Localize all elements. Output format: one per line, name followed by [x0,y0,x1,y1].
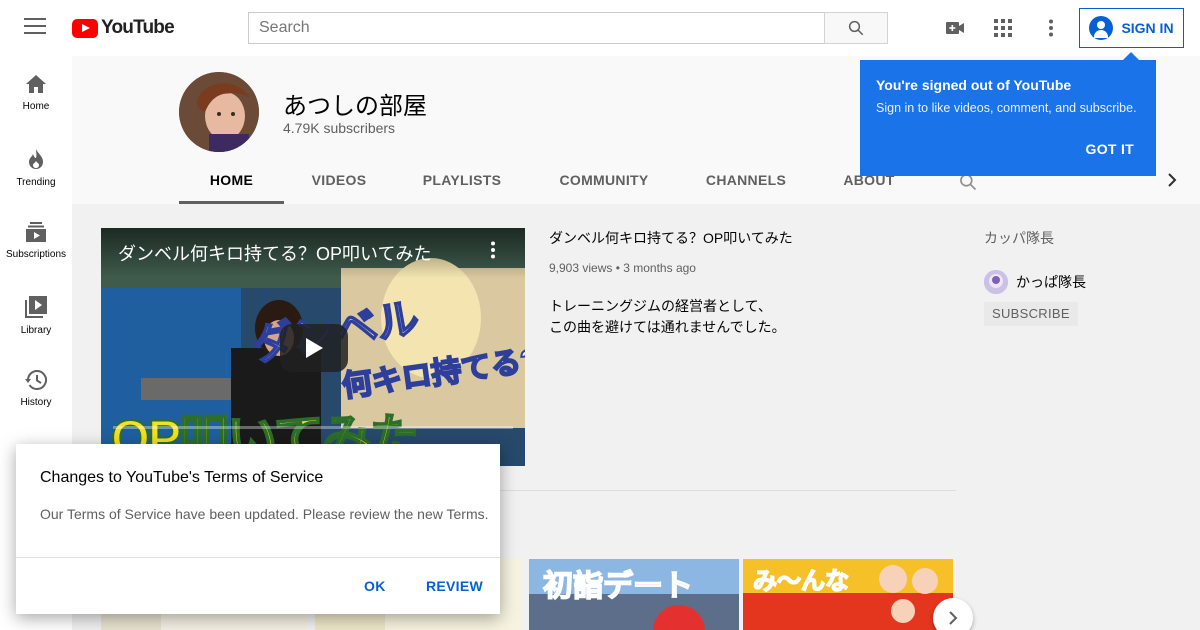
dialog-divider [16,557,500,558]
thumbnail-caption: み〜んな [752,567,850,596]
view-count: 9,903 views [549,261,613,275]
dialog-title: Changes to YouTube's Terms of Service [40,469,324,486]
terms-dialog: Changes to YouTube's Terms of Service Ou… [16,444,500,614]
tab-channels[interactable]: CHANNELS [700,164,792,204]
history-icon [25,370,47,390]
featured-channel-avatar [984,270,1008,294]
search-input[interactable] [248,12,824,44]
description-line: この曲を避けては通れませんでした。 [549,319,786,335]
sidebar-item-trending[interactable]: Trending [0,130,72,204]
library-icon [25,296,47,318]
sidebar-item-label: Subscriptions [5,249,67,260]
review-button[interactable]: REVIEW [426,578,483,594]
create-video-icon[interactable] [943,16,967,40]
play-button[interactable] [280,324,348,372]
description-line: トレーニングジムの経営者として、 [549,298,772,314]
tab-videos[interactable]: VIDEOS [296,164,382,204]
subscriptions-icon [26,222,46,242]
player-more-icon[interactable] [490,241,496,264]
tab-home[interactable]: HOME [179,164,284,204]
sidebar-item-label: Home [22,101,50,112]
upload-age: 3 months ago [623,261,696,275]
search-box [248,12,888,44]
masthead: YouTube SIGN IN [0,0,1200,56]
subscribe-button[interactable]: SUBSCRIBE [984,302,1078,326]
featured-channel-item[interactable]: かっぱ隊長 [984,270,1086,294]
subscriber-count: 4.79K subscribers [283,120,396,136]
tooltip-body: Sign in to like videos, comment, and sub… [876,101,1137,115]
sidebar-item-label: Trending [16,177,56,188]
tab-playlists[interactable]: PLAYLISTS [412,164,512,204]
home-icon [26,75,46,93]
youtube-logo[interactable]: YouTube [72,17,175,39]
featured-video-player[interactable]: OP叩いてみた ダンベル 何キロ持てる? ダンベル何キロ持てる？OP叩いてみた [101,228,525,466]
account-icon [1089,16,1114,40]
got-it-button[interactable]: GOT IT [1086,141,1134,157]
sidebar-item-library[interactable]: Library [0,278,72,352]
play-logo-icon [72,18,98,38]
chevron-right-icon [949,611,958,625]
channel-name: あつしの部屋 [283,93,427,120]
sidebar-item-subscriptions[interactable]: Subscriptions [0,204,72,278]
player-overlay-title[interactable]: ダンベル何キロ持てる？OP叩いてみた [118,240,431,266]
featured-video-title[interactable]: ダンベル何キロ持てる？OP叩いてみた [549,228,793,248]
signed-out-tooltip: You're signed out of YouTube Sign in to … [860,52,1156,176]
flame-icon [29,149,43,169]
dialog-body: Our Terms of Service have been updated. … [40,506,489,522]
apps-grid-icon[interactable] [991,16,1015,40]
featured-video-meta: 9,903 views • 3 months ago [549,261,696,275]
shelf-next-button[interactable] [933,598,973,630]
featured-channels-title: カッパ隊長 [984,230,1054,246]
sidebar-item-history[interactable]: History [0,352,72,426]
sidebar-item-home[interactable]: Home [0,56,72,130]
video-thumbnail[interactable]: 初詣デート [529,559,739,630]
featured-video-description: トレーニングジムの経営者として、 この曲を避けては通れませんでした。 [549,296,786,338]
tooltip-title: You're signed out of YouTube [876,77,1072,93]
menu-icon[interactable] [24,18,46,38]
settings-more-icon[interactable] [1039,16,1063,40]
sidebar-item-label: History [20,397,52,408]
sign-in-label: SIGN IN [1121,20,1174,36]
sidebar-item-label: Library [20,325,52,336]
play-icon [306,338,323,358]
channel-avatar[interactable] [179,72,259,152]
video-thumbnail[interactable]: み〜んな [743,559,953,630]
search-button[interactable] [824,12,888,44]
sign-in-button[interactable]: SIGN IN [1079,8,1184,48]
ok-button[interactable]: OK [364,578,386,594]
tab-community[interactable]: COMMUNITY [552,164,656,204]
logo-text: YouTube [101,17,175,38]
featured-channel-name: かっぱ隊長 [1016,274,1086,290]
tabs-next-icon[interactable] [1165,172,1179,193]
progress-bar[interactable] [113,426,513,429]
thumbnail-caption: 初詣デート [542,569,694,604]
search-icon [848,20,864,36]
